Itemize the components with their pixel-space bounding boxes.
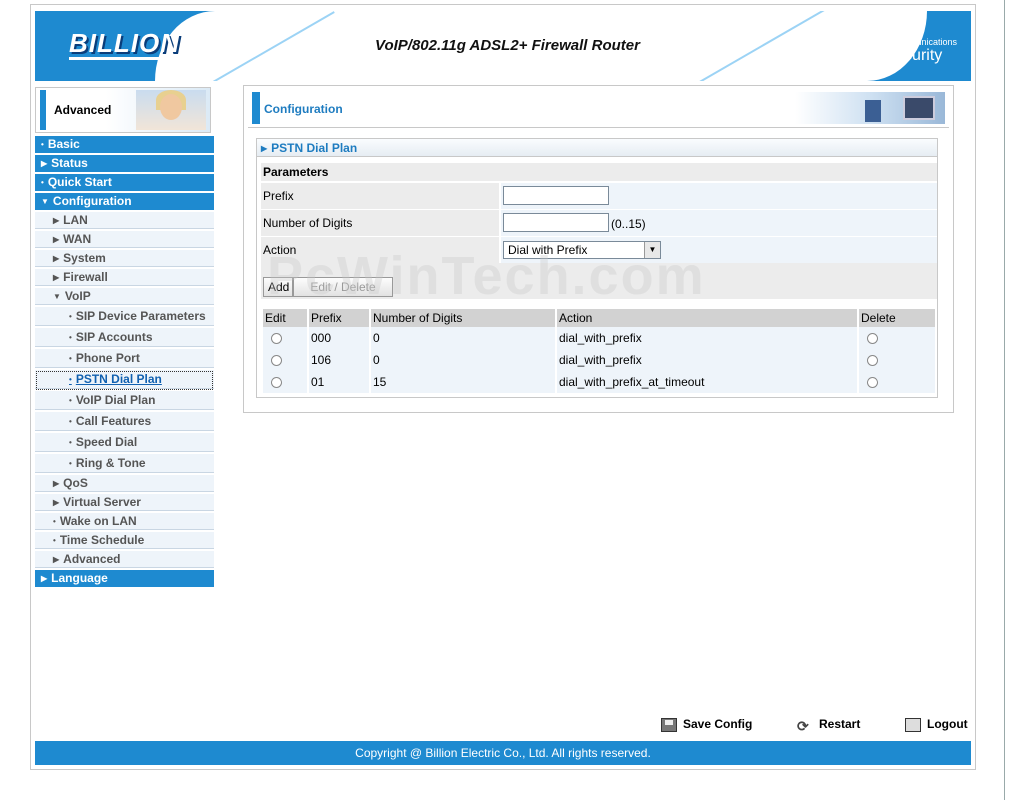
sidebar-item-configuration[interactable]: ▼ Configuration xyxy=(35,193,214,212)
floppy-disk-icon xyxy=(661,717,677,732)
sidebar-item-virtual-server[interactable]: ▶ Virtual Server xyxy=(35,494,214,513)
dial-plan-table: Edit Prefix Number of Digits Action Dele… xyxy=(261,309,937,393)
bullet-icon: • xyxy=(53,517,56,526)
prefix-row: Prefix xyxy=(261,183,937,209)
prefix-input[interactable] xyxy=(503,186,609,205)
sidebar-item-phone-port[interactable]: • Phone Port xyxy=(35,349,214,370)
sidebar-item-sip-accounts[interactable]: • SIP Accounts xyxy=(35,328,214,349)
digits-input[interactable] xyxy=(503,213,609,232)
sidebar-item-pstn-dial-plan[interactable]: • PSTN Dial Plan xyxy=(35,370,214,391)
action-label: Action xyxy=(261,237,499,263)
delete-radio[interactable] xyxy=(867,377,878,389)
router-page: BILLION VoIP/802.11g ADSL2+ Firewall Rou… xyxy=(30,4,976,770)
triangle-right-icon: ▶ xyxy=(261,144,268,153)
edit-radio[interactable] xyxy=(271,355,282,367)
sidebar-item-speed-dial[interactable]: • Speed Dial xyxy=(35,433,214,454)
sidebar-item-system[interactable]: ▶ System xyxy=(35,250,214,269)
bullet-icon: • xyxy=(69,459,72,468)
triangle-right-icon: ▶ xyxy=(53,555,60,564)
edit-radio[interactable] xyxy=(271,333,282,345)
digits-label: Number of Digits xyxy=(261,210,499,236)
button-row: Add Edit / Delete xyxy=(261,263,937,299)
delete-radio[interactable] xyxy=(867,333,878,345)
restart-icon: ⟳ xyxy=(797,717,809,734)
box-title: ▶ PSTN Dial Plan xyxy=(257,139,937,157)
billion-logo: BILLION xyxy=(69,28,180,60)
sidebar-item-sip-device-parameters[interactable]: • SIP Device Parameters xyxy=(35,307,214,328)
sidebar-item-time-schedule[interactable]: • Time Schedule xyxy=(35,532,214,551)
table-header-row: Edit Prefix Number of Digits Action Dele… xyxy=(263,309,935,327)
triangle-down-icon: ▼ xyxy=(53,292,61,301)
chevron-down-icon: ▼ xyxy=(644,242,660,258)
triangle-right-icon: ▶ xyxy=(53,273,60,282)
table-row: 000 0 dial_with_prefix xyxy=(263,327,935,349)
prefix-label: Prefix xyxy=(261,183,499,209)
bullet-icon: • xyxy=(69,354,72,363)
sidebar-item-basic[interactable]: • Basic xyxy=(35,136,214,155)
edit-radio[interactable] xyxy=(271,377,282,389)
woman-photo xyxy=(136,90,206,130)
action-row: Action Dial with Prefix ▼ xyxy=(261,237,937,263)
delete-radio[interactable] xyxy=(867,355,878,367)
bullet-icon: • xyxy=(69,396,72,405)
triangle-down-icon: ▼ xyxy=(41,197,49,206)
bullet-icon: • xyxy=(69,417,72,426)
sidebar-item-firewall[interactable]: ▶ Firewall xyxy=(35,269,214,288)
office-image xyxy=(795,92,945,124)
sidebar-menu: • Basic ▶ Status • Quick Start ▼ Configurati… xyxy=(35,136,214,589)
sidebar-item-advanced[interactable]: ▶ Advanced xyxy=(35,551,214,570)
sidebar-item-wake-on-lan[interactable]: • Wake on LAN xyxy=(35,513,214,532)
sidebar-item-voip-dial-plan[interactable]: • VoIP Dial Plan xyxy=(35,391,214,412)
triangle-right-icon: ▶ xyxy=(41,159,48,168)
bullet-icon: • xyxy=(41,140,44,149)
bullet-icon: • xyxy=(53,536,56,545)
sidebar-item-lan[interactable]: ▶ LAN xyxy=(35,212,214,231)
copyright-footer: Copyright @ Billion Electric Co., Ltd. A… xyxy=(35,741,971,765)
bullet-icon: • xyxy=(69,312,72,321)
sidebar-item-status[interactable]: ▶ Status xyxy=(35,155,214,174)
slogan: Powering communications with Security xyxy=(839,36,957,64)
bullet-icon: • xyxy=(69,438,72,447)
sidebar-item-ring-tone[interactable]: • Ring & Tone xyxy=(35,454,214,475)
sidebar-item-call-features[interactable]: • Call Features xyxy=(35,412,214,433)
digits-row: Number of Digits (0..15) xyxy=(261,210,937,236)
triangle-right-icon: ▶ xyxy=(53,254,60,263)
triangle-right-icon: ▶ xyxy=(53,235,60,244)
sidebar-item-quick-start[interactable]: • Quick Start xyxy=(35,174,214,193)
content-panel: Configuration ▶ PSTN Dial Plan Parameters… xyxy=(243,85,954,413)
sidebar-item-language[interactable]: ▶ Language xyxy=(35,570,214,589)
logout-icon xyxy=(905,717,921,732)
header-banner: BILLION VoIP/802.11g ADSL2+ Firewall Rou… xyxy=(35,11,971,81)
logout-button[interactable]: Logout xyxy=(905,717,968,732)
triangle-right-icon: ▶ xyxy=(53,479,60,488)
table-row: 01 15 dial_with_prefix_at_timeout xyxy=(263,371,935,393)
pstn-dial-plan-box: ▶ PSTN Dial Plan Parameters Prefix Number… xyxy=(256,138,938,398)
sidebar-item-qos[interactable]: ▶ QoS xyxy=(35,475,214,494)
bullet-icon: • xyxy=(69,375,72,384)
section-header: Configuration xyxy=(248,90,949,128)
save-config-button[interactable]: Save Config xyxy=(661,717,752,732)
bullet-icon: • xyxy=(69,333,72,342)
product-title: VoIP/802.11g ADSL2+ Firewall Router xyxy=(375,37,640,54)
digits-hint: (0..15) xyxy=(611,217,646,231)
bullet-icon: • xyxy=(41,178,44,187)
edit-delete-button[interactable]: Edit / Delete xyxy=(293,277,393,297)
sidebar-item-voip[interactable]: ▼ VoIP xyxy=(35,288,214,307)
add-button[interactable]: Add xyxy=(263,277,293,297)
table-row: 106 0 dial_with_prefix xyxy=(263,349,935,371)
triangle-right-icon: ▶ xyxy=(53,216,60,225)
sidebar-heading: Advanced xyxy=(35,87,211,133)
triangle-right-icon: ▶ xyxy=(41,574,48,583)
sidebar-item-wan[interactable]: ▶ WAN xyxy=(35,231,214,250)
page-title: Configuration xyxy=(264,102,343,116)
parameters-heading: Parameters xyxy=(261,163,937,181)
action-select[interactable]: Dial with Prefix ▼ xyxy=(503,241,661,259)
triangle-right-icon: ▶ xyxy=(53,498,60,507)
restart-button[interactable]: ⟳ Restart xyxy=(797,717,860,734)
window-border xyxy=(1004,0,1005,800)
